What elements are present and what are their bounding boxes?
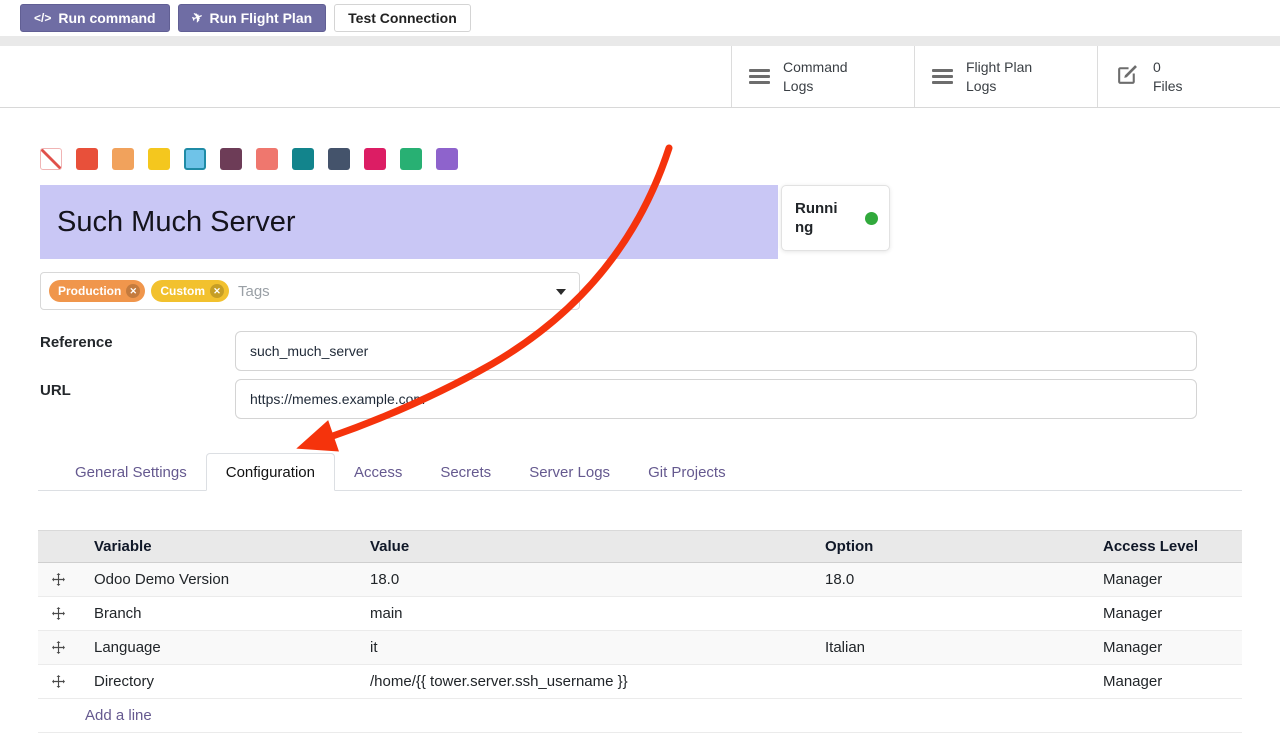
files-word: Files bbox=[1153, 77, 1183, 96]
table-row[interactable]: Directory/home/{{ tower.server.ssh_usern… bbox=[38, 665, 1242, 699]
configuration-table: VariableValueOptionAccess Level Odoo Dem… bbox=[38, 530, 1242, 733]
command-logs-label: Command Logs bbox=[783, 58, 848, 96]
color-swatch-purple[interactable] bbox=[436, 148, 458, 170]
stat-line: Logs bbox=[783, 77, 848, 96]
tags-placeholder: Tags bbox=[238, 283, 270, 300]
cell-value[interactable]: 18.0 bbox=[354, 571, 809, 588]
stat-line: Command bbox=[783, 58, 848, 77]
top-toolbar: </> Run command ✈ Run Flight Plan Test C… bbox=[0, 0, 1280, 36]
tab-access[interactable]: Access bbox=[335, 453, 421, 491]
cell-variable[interactable]: Odoo Demo Version bbox=[78, 571, 354, 588]
color-swatch-magenta[interactable] bbox=[364, 148, 386, 170]
tag-remove-icon[interactable]: ✕ bbox=[126, 284, 140, 298]
flight-plan-logs-stat-button[interactable]: Flight Plan Logs bbox=[914, 46, 1097, 107]
bars-icon bbox=[749, 66, 770, 87]
reference-input[interactable] bbox=[235, 331, 1197, 371]
run-command-button[interactable]: </> Run command bbox=[20, 4, 170, 32]
table-body: Odoo Demo Version18.018.0ManagerBranchma… bbox=[38, 563, 1242, 699]
code-icon: </> bbox=[34, 11, 51, 25]
cell-access-level[interactable]: Manager bbox=[1087, 639, 1242, 656]
color-swatch-dark-purple[interactable] bbox=[220, 148, 242, 170]
paper-plane-icon: ✈ bbox=[189, 9, 205, 28]
tab-git-projects[interactable]: Git Projects bbox=[629, 453, 745, 491]
cell-access-level[interactable]: Manager bbox=[1087, 571, 1242, 588]
run-flight-plan-button[interactable]: ✈ Run Flight Plan bbox=[178, 4, 327, 32]
reference-label: Reference bbox=[40, 334, 113, 351]
header-band: Command Logs Flight Plan Logs 0 Files bbox=[0, 46, 1280, 108]
color-swatch-row bbox=[40, 148, 458, 170]
files-count: 0 bbox=[1153, 58, 1183, 77]
server-name-text: Such Much Server bbox=[57, 206, 296, 239]
column-header-access-level: Access Level bbox=[1087, 538, 1242, 555]
tag-production[interactable]: Production ✕ bbox=[49, 280, 145, 302]
test-connection-button[interactable]: Test Connection bbox=[334, 4, 471, 32]
url-label: URL bbox=[40, 382, 71, 399]
flight-plan-logs-label: Flight Plan Logs bbox=[966, 58, 1032, 96]
column-header-variable: Variable bbox=[78, 538, 354, 555]
cell-variable[interactable]: Branch bbox=[78, 605, 354, 622]
table-row[interactable]: LanguageitItalianManager bbox=[38, 631, 1242, 665]
drag-handle-icon[interactable] bbox=[38, 573, 78, 586]
header-stat-buttons: Command Logs Flight Plan Logs 0 Files bbox=[731, 46, 1280, 107]
chevron-down-icon[interactable] bbox=[556, 289, 566, 295]
column-header-value: Value bbox=[354, 538, 809, 555]
divider-strip bbox=[0, 36, 1280, 46]
tag-label: Custom bbox=[160, 284, 205, 298]
color-swatch-orange[interactable] bbox=[112, 148, 134, 170]
stat-line: Logs bbox=[966, 77, 1032, 96]
cell-access-level[interactable]: Manager bbox=[1087, 673, 1242, 690]
cell-variable[interactable]: Directory bbox=[78, 673, 354, 690]
color-swatch-dark-blue[interactable] bbox=[328, 148, 350, 170]
run-command-label: Run command bbox=[58, 10, 155, 26]
tab-configuration[interactable]: Configuration bbox=[206, 453, 335, 491]
color-swatch-red[interactable] bbox=[76, 148, 98, 170]
tag-remove-icon[interactable]: ✕ bbox=[210, 284, 224, 298]
color-swatch-light-blue[interactable] bbox=[184, 148, 206, 170]
tag-pills: Production ✕ Custom ✕ bbox=[49, 280, 229, 302]
server-name-field[interactable]: Such Much Server bbox=[40, 185, 778, 259]
color-swatch-no-color[interactable] bbox=[40, 148, 62, 170]
add-line-row: Add a line bbox=[38, 699, 1242, 733]
table-row[interactable]: Branchmain Manager bbox=[38, 597, 1242, 631]
run-flight-plan-label: Run Flight Plan bbox=[210, 10, 313, 26]
add-a-line-link[interactable]: Add a line bbox=[38, 707, 1242, 724]
status-indicator-dot bbox=[865, 212, 878, 225]
stat-line: Flight Plan bbox=[966, 58, 1032, 77]
bars-icon bbox=[932, 66, 953, 87]
command-logs-stat-button[interactable]: Command Logs bbox=[731, 46, 914, 107]
color-swatch-yellow[interactable] bbox=[148, 148, 170, 170]
cell-variable[interactable]: Language bbox=[78, 639, 354, 656]
url-input[interactable] bbox=[235, 379, 1197, 419]
tag-custom[interactable]: Custom ✕ bbox=[151, 280, 229, 302]
drag-handle-icon[interactable] bbox=[38, 641, 78, 654]
tab-secrets[interactable]: Secrets bbox=[421, 453, 510, 491]
tab-bar: General SettingsConfigurationAccessSecre… bbox=[38, 453, 1242, 491]
files-label: 0 Files bbox=[1153, 58, 1183, 96]
cell-access-level[interactable]: Manager bbox=[1087, 605, 1242, 622]
color-swatch-green[interactable] bbox=[400, 148, 422, 170]
drag-handle-icon[interactable] bbox=[38, 607, 78, 620]
color-swatch-teal[interactable] bbox=[292, 148, 314, 170]
status-label: Running bbox=[795, 199, 843, 238]
files-stat-button[interactable]: 0 Files bbox=[1097, 46, 1280, 107]
column-header-option: Option bbox=[809, 538, 1087, 555]
color-swatch-salmon[interactable] bbox=[256, 148, 278, 170]
table-header-row: VariableValueOptionAccess Level bbox=[38, 530, 1242, 563]
tag-label: Production bbox=[58, 284, 121, 298]
cell-value[interactable]: it bbox=[354, 639, 809, 656]
drag-handle-icon[interactable] bbox=[38, 675, 78, 688]
tab-general-settings[interactable]: General Settings bbox=[56, 453, 206, 491]
status-button[interactable]: Running bbox=[781, 185, 890, 251]
cell-value[interactable]: /home/{{ tower.server.ssh_username }} bbox=[354, 673, 809, 690]
cell-option[interactable]: Italian bbox=[809, 639, 1087, 656]
edit-icon bbox=[1115, 62, 1140, 92]
table-row[interactable]: Odoo Demo Version18.018.0Manager bbox=[38, 563, 1242, 597]
tab-server-logs[interactable]: Server Logs bbox=[510, 453, 629, 491]
cell-option[interactable]: 18.0 bbox=[809, 571, 1087, 588]
tags-field[interactable]: Production ✕ Custom ✕ Tags bbox=[40, 272, 580, 310]
cell-value[interactable]: main bbox=[354, 605, 809, 622]
